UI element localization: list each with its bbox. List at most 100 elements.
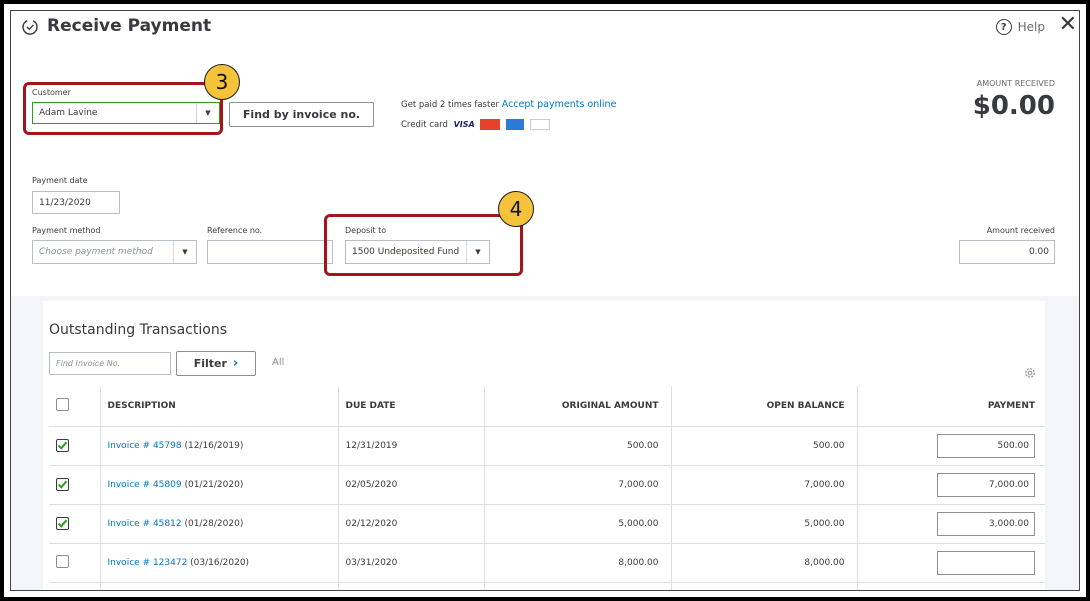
gear-icon[interactable] [1023, 366, 1037, 380]
checkmark-icon [57, 519, 68, 528]
description-cell: Invoice # 123472 (03/16/2020) [100, 543, 339, 583]
row-checkbox[interactable] [56, 555, 69, 568]
reference-label: Reference no. [207, 226, 263, 235]
payment-method-select[interactable]: Choose payment method ▼ [32, 240, 197, 264]
invoice-date: (01/21/2020) [184, 480, 244, 490]
invoice-link[interactable]: Invoice # 45809 [108, 480, 182, 490]
discover-icon [529, 119, 550, 130]
due-date-cell: 02/12/2020 [338, 504, 485, 544]
checkmark-icon [57, 441, 68, 450]
col-payment[interactable]: PAYMENT [857, 386, 1045, 427]
annotation-badge-3: 3 [204, 64, 240, 100]
col-open-balance[interactable]: OPEN BALANCE [671, 386, 858, 427]
description-cell: Invoice # 45809 (01/21/2020) [100, 465, 339, 505]
amount-received-summary-label: AMOUNT RECEIVED [976, 79, 1055, 88]
transactions-table-wrap: DESCRIPTION DUE DATE ORIGINAL AMOUNT OPE… [49, 386, 1045, 591]
select-cell [49, 465, 101, 505]
original-amount-cell: 8,000.00 [484, 543, 672, 583]
open-balance-cell: 8,000.00 [671, 543, 858, 583]
promo-text: Get paid 2 times faster [401, 100, 500, 110]
table-header-row: DESCRIPTION DUE DATE ORIGINAL AMOUNT OPE… [49, 386, 1045, 427]
due-date-cell: 03/31/2020 [338, 543, 485, 583]
select-cell [49, 426, 101, 466]
payment-date-label: Payment date [32, 176, 88, 185]
col-description[interactable]: DESCRIPTION [100, 386, 339, 427]
invoice-link[interactable]: Invoice # 45798 [108, 441, 182, 451]
chevron-right-icon: › [232, 356, 239, 371]
accept-payments-link[interactable]: Accept payments online [502, 99, 617, 110]
close-icon[interactable]: ✕ [1059, 14, 1077, 36]
table-row: Invoice # 123472 (03/16/2020) 03/31/2020 8… [49, 543, 1045, 583]
invoice-link[interactable]: Invoice # 123472 [108, 558, 188, 568]
description-cell: Invoice # 45798 (12/16/2019) [100, 426, 339, 466]
payment-cell: 3,000.00 [857, 504, 1045, 544]
invoice-date: (01/28/2020) [184, 519, 244, 529]
amount-received-value: 0.00 [1028, 247, 1049, 257]
select-all-checkbox[interactable] [56, 398, 69, 411]
checkmark-icon [57, 480, 68, 489]
due-date-cell: 07/18/2020 [338, 582, 485, 590]
table-row: Invoice # 45809 (01/21/2020) 02/05/2020 7,… [49, 465, 1045, 505]
mastercard-icon [480, 119, 501, 130]
filter-button[interactable]: Filter › [176, 351, 256, 376]
page-title: Receive Payment [47, 16, 212, 36]
open-balance-cell: 500.00 [671, 426, 858, 466]
amex-icon [506, 119, 525, 130]
payment-method-label: Payment method [32, 226, 101, 235]
col-original-amount[interactable]: ORIGINAL AMOUNT [484, 386, 672, 427]
filter-label: Filter [193, 357, 227, 370]
row-checkbox[interactable] [56, 477, 69, 491]
due-date-cell: 12/31/2019 [338, 426, 485, 466]
original-amount-cell: 500.00 [484, 426, 672, 466]
receive-payment-icon [22, 19, 38, 35]
payment-cell: 500.00 [857, 426, 1045, 466]
invoice-link[interactable]: Invoice # 45812 [108, 519, 182, 529]
chevron-down-icon[interactable]: ▼ [173, 241, 196, 263]
payment-date-input[interactable]: 11/23/2020 [32, 191, 120, 214]
promo-line: Get paid 2 times faster Accept payments … [401, 99, 616, 110]
outstanding-title: Outstanding Transactions [49, 322, 227, 338]
select-cell [49, 582, 101, 590]
payment-value: 3,000.00 [988, 519, 1029, 529]
payment-date-value: 11/23/2020 [39, 197, 91, 208]
select-cell [49, 504, 101, 544]
original-amount-cell: 5.00 [484, 582, 672, 590]
select-cell [49, 543, 101, 583]
invoice-date: (12/16/2019) [184, 441, 244, 451]
credit-card-row: Credit card VISA [401, 119, 550, 130]
row-checkbox[interactable] [56, 438, 69, 452]
find-by-invoice-button[interactable]: Find by invoice no. [229, 102, 374, 127]
description-cell: Invoice # 45812 (01/28/2020) [100, 504, 339, 544]
payment-cell [857, 543, 1045, 583]
payment-method-placeholder: Choose payment method [39, 247, 153, 257]
payment-input[interactable] [937, 551, 1035, 575]
help-button[interactable]: ? Help [995, 19, 1045, 35]
reference-input[interactable] [207, 240, 333, 264]
payment-input[interactable] [937, 590, 1035, 591]
payment-input[interactable]: 3,000.00 [937, 512, 1035, 536]
payment-value: 500.00 [997, 441, 1030, 451]
original-amount-cell: 7,000.00 [484, 465, 672, 505]
payment-cell: 7,000.00 [857, 465, 1045, 505]
highlight-box-deposit-to [324, 214, 523, 276]
amount-received-label: Amount received [986, 226, 1055, 235]
select-all-cell [49, 386, 101, 427]
original-amount-cell: 5,000.00 [484, 504, 672, 544]
open-balance-cell: 5,000.00 [671, 504, 858, 544]
payment-input[interactable]: 500.00 [937, 434, 1035, 458]
description-cell: Invoice # 123516 (07/02/2020) [100, 582, 339, 590]
table-row: Invoice # 45812 (01/28/2020) 02/12/2020 5,… [49, 504, 1045, 544]
amount-received-input[interactable]: 0.00 [959, 240, 1055, 264]
visa-icon: VISA [453, 120, 475, 129]
filter-value: All [272, 357, 285, 368]
open-balance-cell: 5.00 [671, 582, 858, 590]
credit-card-label: Credit card [401, 119, 448, 130]
payment-input[interactable]: 7,000.00 [937, 473, 1035, 497]
table-row: Invoice # 123516 (07/02/2020)07/18/20205… [49, 582, 1045, 591]
find-invoice-input[interactable]: Find Invoice No. [49, 352, 171, 375]
transactions-table: DESCRIPTION DUE DATE ORIGINAL AMOUNT OPE… [49, 386, 1045, 591]
find-invoice-placeholder: Find Invoice No. [56, 359, 121, 368]
row-checkbox[interactable] [56, 516, 69, 530]
col-due-date[interactable]: DUE DATE [338, 386, 485, 427]
payment-cell [857, 582, 1045, 591]
